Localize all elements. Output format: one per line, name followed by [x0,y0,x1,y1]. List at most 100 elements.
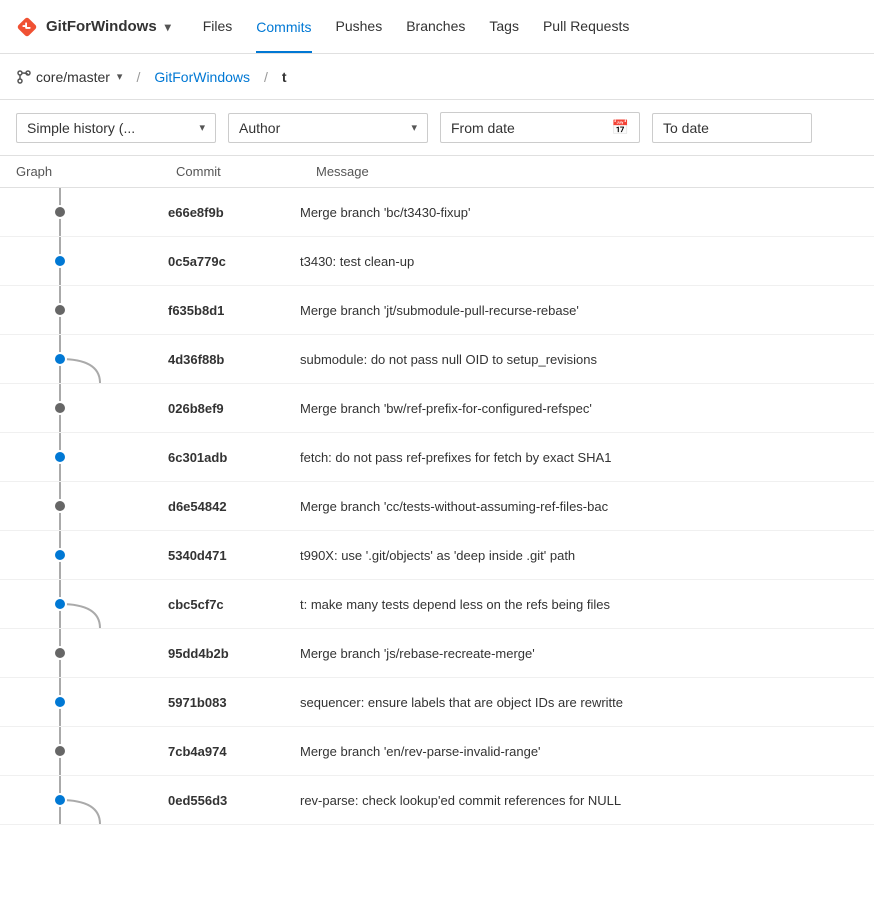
commit-hash[interactable]: 7cb4a974 [160,744,300,759]
from-date-label: From date [451,120,515,136]
commit-hash[interactable]: 0c5a779c [160,254,300,269]
graph-cell [0,237,160,285]
graph-cell [0,629,160,677]
table-row[interactable]: 95dd4b2bMerge branch 'js/rebase-recreate… [0,629,874,678]
commit-hash[interactable]: 6c301adb [160,450,300,465]
commit-hash[interactable]: 026b8ef9 [160,401,300,416]
from-date-filter[interactable]: From date 📅 [440,112,640,143]
graph-svg [5,531,155,579]
commit-message: sequencer: ensure labels that are object… [300,695,874,710]
graph-svg [5,776,155,824]
table-row[interactable]: 6c301adbfetch: do not pass ref-prefixes … [0,433,874,482]
table-row[interactable]: cbc5cf7ct: make many tests depend less o… [0,580,874,629]
breadcrumb-path: t [282,69,287,85]
graph-svg [5,580,155,628]
brand-icon [16,16,38,38]
branch-bar: core/master ▾ / GitForWindows / t [0,54,874,100]
graph-cell [0,188,160,236]
graph-svg [5,629,155,677]
graph-svg [5,482,155,530]
history-filter-dropdown[interactable]: Simple history (... ▾ [16,113,216,143]
history-chevron-icon: ▾ [199,121,205,134]
commit-message: Merge branch 'en/rev-parse-invalid-range… [300,744,874,759]
graph-svg [5,384,155,432]
graph-svg [5,678,155,726]
brand-name: GitForWindows [46,18,157,35]
to-date-filter[interactable]: To date [652,113,812,143]
col-graph: Graph [16,164,176,179]
to-date-label: To date [663,120,709,136]
table-row[interactable]: 5971b083sequencer: ensure labels that ar… [0,678,874,727]
graph-cell [0,727,160,775]
calendar-icon: 📅 [612,119,629,136]
graph-svg [5,237,155,285]
table-row[interactable]: 0c5a779ct3430: test clean-up [0,237,874,286]
graph-cell [0,531,160,579]
graph-cell [0,482,160,530]
commit-hash[interactable]: f635b8d1 [160,303,300,318]
graph-svg [5,286,155,334]
commit-message: Merge branch 'js/rebase-recreate-merge' [300,646,874,661]
branch-name: core/master [36,69,110,85]
commit-hash[interactable]: 5340d471 [160,548,300,563]
graph-cell [0,335,160,383]
breadcrumb-org[interactable]: GitForWindows [154,69,250,85]
brand[interactable]: GitForWindows ▾ [16,16,171,38]
commit-hash[interactable]: d6e54842 [160,499,300,514]
author-filter-label: Author [239,120,280,136]
table-row[interactable]: 4d36f88bsubmodule: do not pass null OID … [0,335,874,384]
table-row[interactable]: 0ed556d3rev-parse: check lookup'ed commi… [0,776,874,825]
commit-message: fetch: do not pass ref-prefixes for fetc… [300,450,874,465]
nav-pull-requests[interactable]: Pull Requests [543,18,629,36]
author-filter-dropdown[interactable]: Author ▾ [228,113,428,143]
commit-message: t3430: test clean-up [300,254,874,269]
nav-commits[interactable]: Commits [256,19,311,53]
commit-message: t: make many tests depend less on the re… [300,597,874,612]
graph-svg [5,727,155,775]
commit-hash[interactable]: 4d36f88b [160,352,300,367]
col-message: Message [316,164,858,179]
branch-selector[interactable]: core/master ▾ [16,69,122,85]
commit-message: Merge branch 'bc/t3430-fixup' [300,205,874,220]
table-row[interactable]: d6e54842Merge branch 'cc/tests-without-a… [0,482,874,531]
commit-hash[interactable]: 95dd4b2b [160,646,300,661]
commits-table: Graph Commit Message e66e8f9bMerge branc… [0,156,874,825]
commit-message: Merge branch 'jt/submodule-pull-recurse-… [300,303,874,318]
commit-hash[interactable]: 0ed556d3 [160,793,300,808]
table-row[interactable]: 7cb4a974Merge branch 'en/rev-parse-inval… [0,727,874,776]
graph-svg [5,335,155,383]
table-row[interactable]: f635b8d1Merge branch 'jt/submodule-pull-… [0,286,874,335]
commit-hash[interactable]: 5971b083 [160,695,300,710]
graph-cell [0,384,160,432]
nav-tags[interactable]: Tags [489,18,519,36]
table-row[interactable]: 5340d471t990X: use '.git/objects' as 'de… [0,531,874,580]
breadcrumb-sep: / [136,69,140,85]
table-header: Graph Commit Message [0,156,874,188]
graph-svg [5,188,155,236]
branch-icon [16,69,32,85]
commit-message: t990X: use '.git/objects' as 'deep insid… [300,548,874,563]
graph-cell [0,433,160,481]
graph-cell [0,580,160,628]
nav-files[interactable]: Files [203,18,233,36]
commit-message: submodule: do not pass null OID to setup… [300,352,874,367]
col-commit: Commit [176,164,316,179]
breadcrumb-slash: / [264,69,268,85]
top-nav: GitForWindows ▾ Files Commits Pushes Bra… [0,0,874,54]
filters-bar: Simple history (... ▾ Author ▾ From date… [0,100,874,156]
brand-chevron[interactable]: ▾ [165,20,171,34]
nav-pushes[interactable]: Pushes [336,18,383,36]
commit-hash[interactable]: e66e8f9b [160,205,300,220]
table-row[interactable]: e66e8f9bMerge branch 'bc/t3430-fixup' [0,188,874,237]
commit-message: Merge branch 'cc/tests-without-assuming-… [300,499,874,514]
history-filter-label: Simple history (... [27,120,135,136]
commit-hash[interactable]: cbc5cf7c [160,597,300,612]
commit-rows: e66e8f9bMerge branch 'bc/t3430-fixup'0c5… [0,188,874,825]
graph-cell [0,286,160,334]
nav-branches[interactable]: Branches [406,18,465,36]
branch-chevron: ▾ [117,70,123,83]
commit-message: Merge branch 'bw/ref-prefix-for-configur… [300,401,874,416]
nav-links: Files Commits Pushes Branches Tags Pull … [203,18,630,36]
table-row[interactable]: 026b8ef9Merge branch 'bw/ref-prefix-for-… [0,384,874,433]
graph-svg [5,433,155,481]
